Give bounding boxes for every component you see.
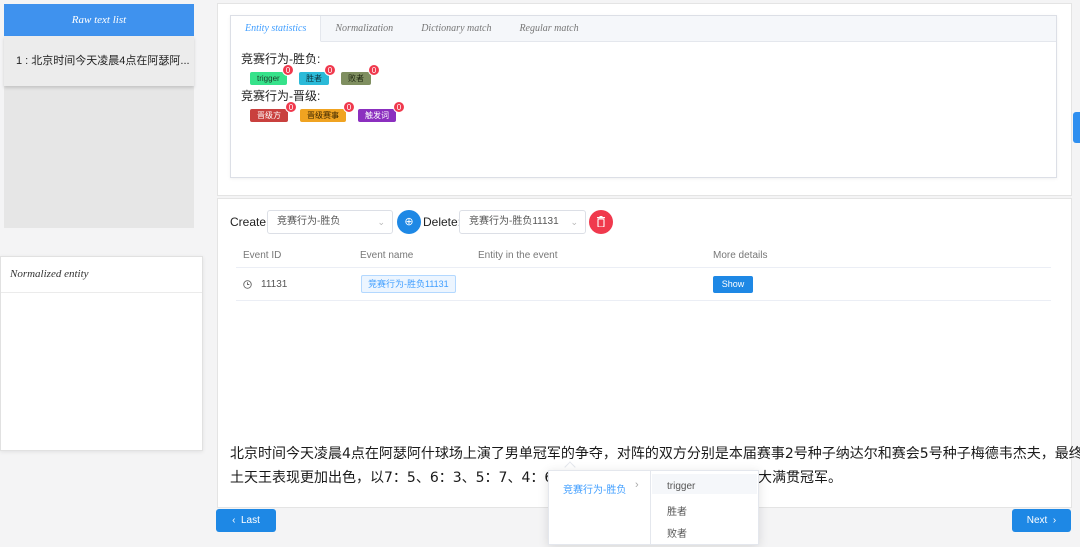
show-details-button[interactable]: Show xyxy=(713,276,753,293)
chip-count-badge: 0 xyxy=(343,101,355,113)
col-header-more-details: More details xyxy=(713,250,768,261)
entity-chip-advancer[interactable]: 晋级方 xyxy=(250,109,288,122)
chevron-down-icon: ⌄ xyxy=(570,217,578,227)
entity-chip-trigger-word[interactable]: 触发词 xyxy=(358,109,396,122)
next-button[interactable]: Next › xyxy=(1012,509,1071,532)
event-id-cell: 11131 xyxy=(261,279,288,290)
entity-chip-loser[interactable]: 败者 xyxy=(341,72,371,85)
annotation-text-line-2-end[interactable]: 大满贯冠军。 xyxy=(758,466,842,491)
raw-text-panel: Raw text list 1 : 北京时间今天凌晨4点在阿瑟阿... xyxy=(4,4,194,228)
col-header-entity: Entity in the event xyxy=(478,250,558,261)
chevron-left-icon: ‹ xyxy=(232,515,241,526)
delete-select-value: 竞赛行为-胜负11131 xyxy=(469,216,559,227)
tab-regular-match[interactable]: Regular match xyxy=(505,16,592,41)
delete-event-select[interactable]: 竞赛行为-胜负11131 ⌄ xyxy=(459,210,586,234)
trash-icon xyxy=(597,216,605,228)
entity-cascader-popup: 竞赛行为-胜负 › trigger 胜者 败者 xyxy=(548,470,759,545)
raw-text-title: Raw text list xyxy=(4,4,194,36)
clock-icon xyxy=(243,280,252,289)
cascader-option-trigger[interactable]: trigger xyxy=(667,481,695,492)
last-button[interactable]: ‹ Last xyxy=(216,509,276,532)
tab-dictionary-match[interactable]: Dictionary match xyxy=(407,16,505,41)
delete-event-button[interactable] xyxy=(589,210,613,234)
col-header-event-name: Event name xyxy=(360,250,414,261)
annotation-text-line-1[interactable]: 北京时间今天凌晨4点在阿瑟阿什球场上演了男单冠军的争夺，对阵的双方分别是本届赛事… xyxy=(230,442,1080,467)
entity-chip-advance-event[interactable]: 晋级赛事 xyxy=(300,109,346,122)
chevron-right-icon: › xyxy=(635,479,639,491)
add-event-button[interactable]: ⊕ xyxy=(397,210,421,234)
event-name-tag: 竞赛行为-胜负11131 xyxy=(361,275,456,293)
delete-label: Delete: xyxy=(423,215,462,229)
normalized-entity-title: Normalized entity xyxy=(1,257,202,293)
plus-circle-icon: ⊕ xyxy=(404,216,414,228)
cascader-level-1: 竞赛行为-胜负 › xyxy=(549,471,651,544)
chevron-down-icon: ⌄ xyxy=(377,217,385,227)
group-title-1: 竞赛行为-胜负: xyxy=(241,52,321,66)
group-title-2: 竞赛行为-晋级: xyxy=(241,89,321,103)
last-button-label: Last xyxy=(240,515,260,526)
cascader-option-winner[interactable]: 胜者 xyxy=(667,503,687,518)
side-handle[interactable] xyxy=(1073,112,1080,143)
create-label: Create: xyxy=(230,215,270,229)
chip-count-badge: 0 xyxy=(393,101,405,113)
chip-count-badge: 0 xyxy=(285,101,297,113)
col-header-event-id: Event ID xyxy=(243,250,282,261)
chip-count-badge: 0 xyxy=(282,64,294,76)
table-row: 11131 竞赛行为-胜负11131 Show xyxy=(236,268,1051,300)
create-select-value: 竞赛行为-胜负 xyxy=(277,216,341,227)
annotation-text-line-2[interactable]: 土天王表现更加出色，以7：5、6：3、5：7、4：6、6 xyxy=(230,466,576,491)
tab-bar: Entity statistics Normalization Dictiona… xyxy=(231,16,1056,42)
create-event-select[interactable]: 竞赛行为-胜负 ⌄ xyxy=(267,210,393,234)
raw-text-item[interactable]: 1 : 北京时间今天凌晨4点在阿瑟阿... xyxy=(4,36,194,86)
chip-count-badge: 0 xyxy=(324,64,336,76)
cascader-option-loser[interactable]: 败者 xyxy=(667,525,687,540)
chip-count-badge: 0 xyxy=(368,64,380,76)
chevron-right-icon: › xyxy=(1047,515,1057,526)
normalized-entity-panel: Normalized entity xyxy=(0,256,203,451)
next-button-label: Next xyxy=(1026,515,1048,526)
tab-entity-statistics[interactable]: Entity statistics xyxy=(231,16,322,42)
table-row-divider xyxy=(236,300,1051,301)
entity-chip-trigger[interactable]: trigger xyxy=(250,72,287,85)
tab-normalization[interactable]: Normalization xyxy=(321,16,407,41)
tabs-container: Entity statistics Normalization Dictiona… xyxy=(230,15,1057,178)
cascader-option-event[interactable]: 竞赛行为-胜负 xyxy=(563,481,626,496)
